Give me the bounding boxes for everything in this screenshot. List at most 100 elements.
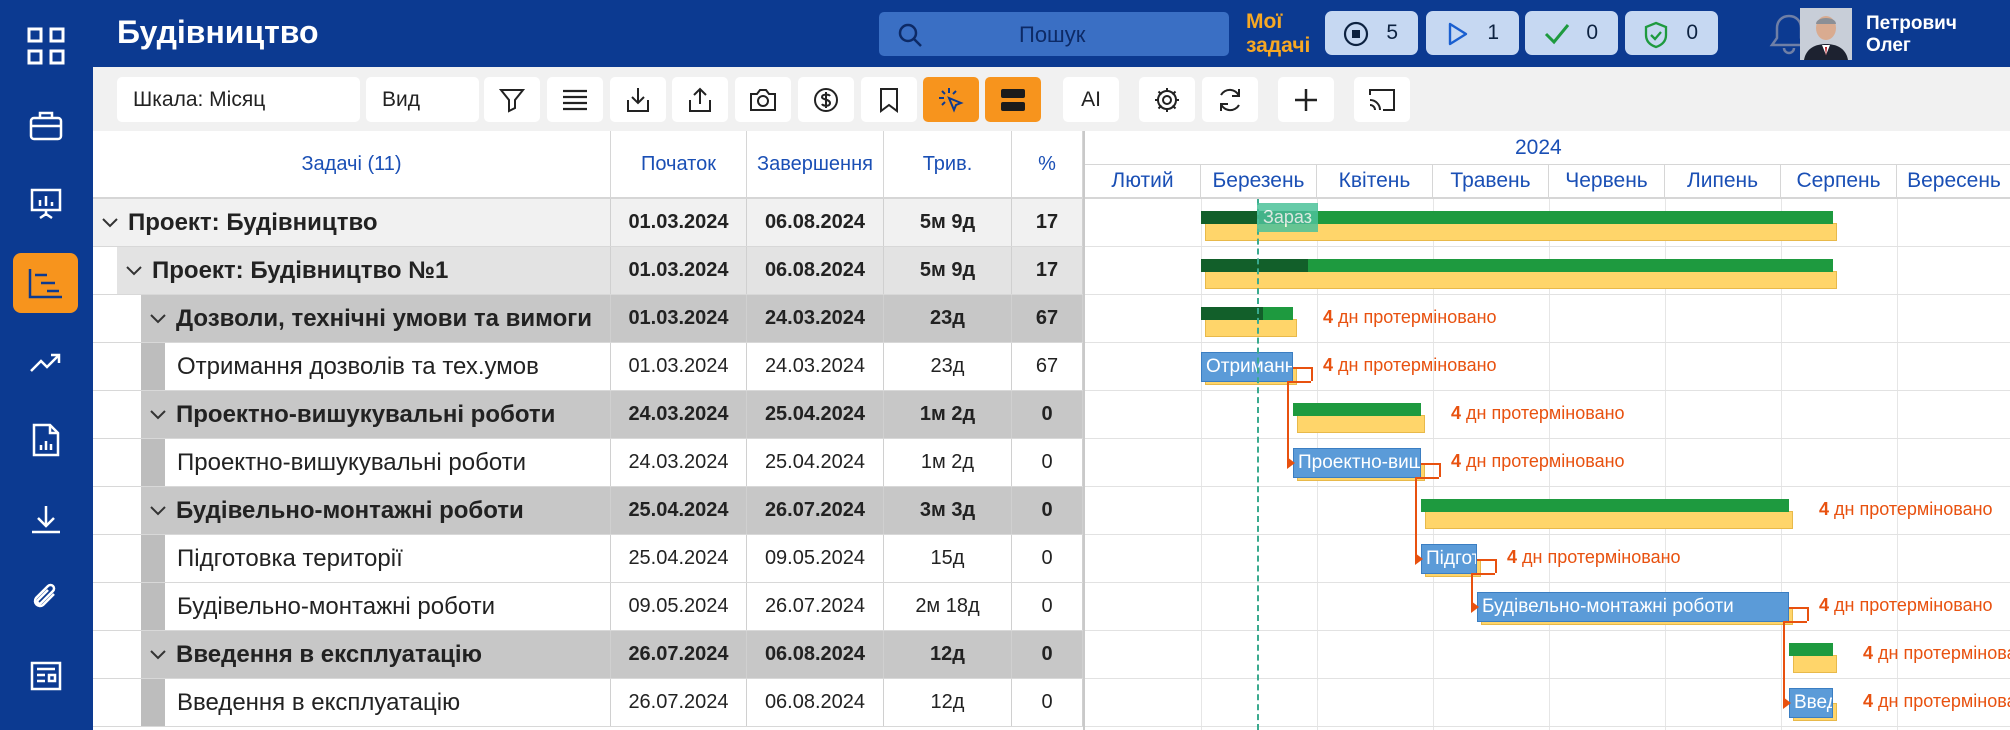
task-duration-cell: 5м 9д — [884, 199, 1012, 246]
col-header-start[interactable]: Початок — [611, 131, 747, 197]
col-header-duration[interactable]: Трив. — [884, 131, 1012, 197]
overdue-label: 4 дн протерміновано — [1323, 307, 1497, 328]
task-end-cell: 24.03.2024 — [747, 343, 884, 390]
summary-bar[interactable] — [1293, 403, 1421, 416]
dependency-line — [1783, 621, 1807, 623]
col-header-tasks[interactable]: Задачі (11) — [93, 131, 611, 197]
table-row[interactable]: Будівельно-монтажні роботи 09.05.2024 26.0… — [93, 583, 1083, 631]
overdue-text: дн протерміновано — [1834, 595, 1993, 615]
check-icon — [1544, 24, 1570, 45]
task-duration-cell: 3м 3д — [884, 487, 1012, 534]
add-button[interactable] — [1278, 77, 1334, 122]
planned-bar — [1205, 319, 1297, 337]
apps-grid-icon[interactable] — [13, 16, 78, 76]
dependency-line — [1421, 463, 1439, 465]
table-row[interactable]: Дозволи, технічні умови та вимоги 01.03.2… — [93, 295, 1083, 343]
counter-approved[interactable]: 0 — [1625, 11, 1718, 55]
user-name[interactable]: Петрович Олег — [1866, 13, 1957, 57]
cast-button[interactable] — [1354, 77, 1410, 122]
task-duration-cell: 1м 2д — [884, 391, 1012, 438]
dependency-arrow — [1783, 697, 1791, 709]
task-bar[interactable]: Введення в експлуатацію — [1789, 688, 1833, 718]
table-row[interactable]: Проектно-вишукувальні роботи 24.03.2024 25… — [93, 391, 1083, 439]
table-row[interactable]: Отримання дозволів та тех.умов 01.03.2024… — [93, 343, 1083, 391]
task-bar[interactable]: Проектно-вишукувальні роботи — [1293, 448, 1421, 478]
counter-running[interactable]: 1 — [1426, 11, 1519, 55]
task-name: Введення в експлуатацію — [176, 641, 482, 668]
cost-button[interactable] — [798, 77, 854, 122]
task-bar[interactable]: Будівельно-монтажні роботи — [1477, 592, 1789, 622]
scale-select[interactable]: Шкала: Місяц — [117, 77, 360, 122]
layout-toggle-button[interactable] — [985, 77, 1041, 122]
pointer-mode-button[interactable] — [923, 77, 979, 122]
share-button[interactable] — [672, 77, 728, 122]
gear-icon — [1155, 87, 1179, 112]
news-icon[interactable] — [13, 646, 78, 706]
user-second-name: Олег — [1866, 35, 1911, 56]
summary-bar[interactable] — [1421, 499, 1789, 512]
dependency-line — [1415, 477, 1439, 479]
overdue-label: 4 дн протерміновано — [1507, 547, 1681, 568]
paperclip-icon[interactable] — [13, 568, 78, 628]
gantt-tasks-icon[interactable] — [13, 253, 78, 313]
dependency-line — [1439, 463, 1441, 477]
chevron-down-icon[interactable] — [124, 264, 144, 278]
task-name: Будівельно-монтажні роботи — [177, 593, 496, 620]
table-row[interactable]: Введення в експлуатацію 26.07.2024 06.08.2… — [93, 679, 1083, 727]
task-end-cell: 06.08.2024 — [747, 199, 884, 246]
task-start-cell: 26.07.2024 — [611, 631, 747, 678]
counter-stopped-value: 5 — [1386, 21, 1398, 44]
task-name-cell: Проект: Будівництво — [93, 199, 611, 246]
screenshot-button[interactable] — [735, 77, 791, 122]
view-select[interactable]: Вид — [366, 77, 479, 122]
month-header: Вересень — [1897, 165, 2010, 199]
split-panel-icon — [1001, 88, 1025, 111]
trending-up-icon[interactable] — [13, 333, 78, 393]
summary-cap-left — [1421, 499, 1427, 511]
chevron-down-icon[interactable] — [148, 408, 168, 422]
task-name-cell: Отримання дозволів та тех.умов — [93, 343, 611, 390]
dependency-line — [1807, 607, 1809, 621]
rows-button[interactable] — [547, 77, 603, 122]
col-header-percent[interactable]: % — [1012, 131, 1083, 197]
counter-stopped[interactable]: 5 — [1325, 11, 1418, 55]
presentation-chart-icon[interactable] — [13, 174, 78, 234]
task-bar[interactable]: Підготовка території — [1421, 544, 1477, 574]
overdue-days: 4 — [1323, 355, 1334, 375]
import-button[interactable] — [610, 77, 666, 122]
settings-button[interactable] — [1139, 77, 1195, 122]
counter-done[interactable]: 0 — [1525, 11, 1618, 55]
report-file-icon[interactable] — [13, 410, 78, 470]
top-bar: Будівництво Пошук Мої задачі 5 1 0 0 Пет… — [93, 0, 2010, 67]
my-tasks-link[interactable]: Мої задачі — [1246, 10, 1310, 58]
bookmark-button[interactable] — [861, 77, 917, 122]
table-row[interactable]: Проект: Будівництво №1 01.03.2024 06.08.20… — [93, 247, 1083, 295]
table-row[interactable]: Підготовка території 25.04.2024 09.05.2024… — [93, 535, 1083, 583]
briefcase-icon[interactable] — [13, 96, 78, 156]
chevron-down-icon[interactable] — [148, 648, 168, 662]
ai-button[interactable]: AI — [1063, 77, 1119, 122]
download-icon[interactable] — [13, 490, 78, 550]
refresh-button[interactable] — [1202, 77, 1258, 122]
summary-bar[interactable] — [1789, 643, 1833, 656]
chevron-down-icon[interactable] — [148, 312, 168, 326]
month-header: Липень — [1665, 165, 1781, 199]
overdue-days: 4 — [1507, 547, 1518, 567]
task-end-cell: 24.03.2024 — [747, 295, 884, 342]
table-row[interactable]: Введення в експлуатацію 26.07.2024 06.08.2… — [93, 631, 1083, 679]
table-row[interactable]: Проект: Будівництво 01.03.2024 06.08.2024 5… — [93, 199, 1083, 247]
chevron-down-icon[interactable] — [100, 216, 120, 230]
col-header-end[interactable]: Завершення — [747, 131, 884, 197]
filter-button[interactable] — [484, 77, 540, 122]
table-row[interactable]: Проектно-вишукувальні роботи 24.03.2024 25… — [93, 439, 1083, 487]
avatar[interactable] — [1800, 8, 1852, 60]
overdue-label: 4 дн протерміновано — [1451, 451, 1625, 472]
counter-done-value: 0 — [1586, 21, 1598, 44]
search-input[interactable]: Пошук — [879, 12, 1229, 56]
task-bar[interactable]: Отримання дозволів та тех.умов — [1201, 352, 1293, 382]
month-header: Квітень — [1317, 165, 1433, 199]
month-header: Серпень — [1781, 165, 1897, 199]
task-percent-cell: 0 — [1012, 391, 1083, 438]
chevron-down-icon[interactable] — [148, 504, 168, 518]
table-row[interactable]: Будівельно-монтажні роботи 25.04.2024 26.0… — [93, 487, 1083, 535]
